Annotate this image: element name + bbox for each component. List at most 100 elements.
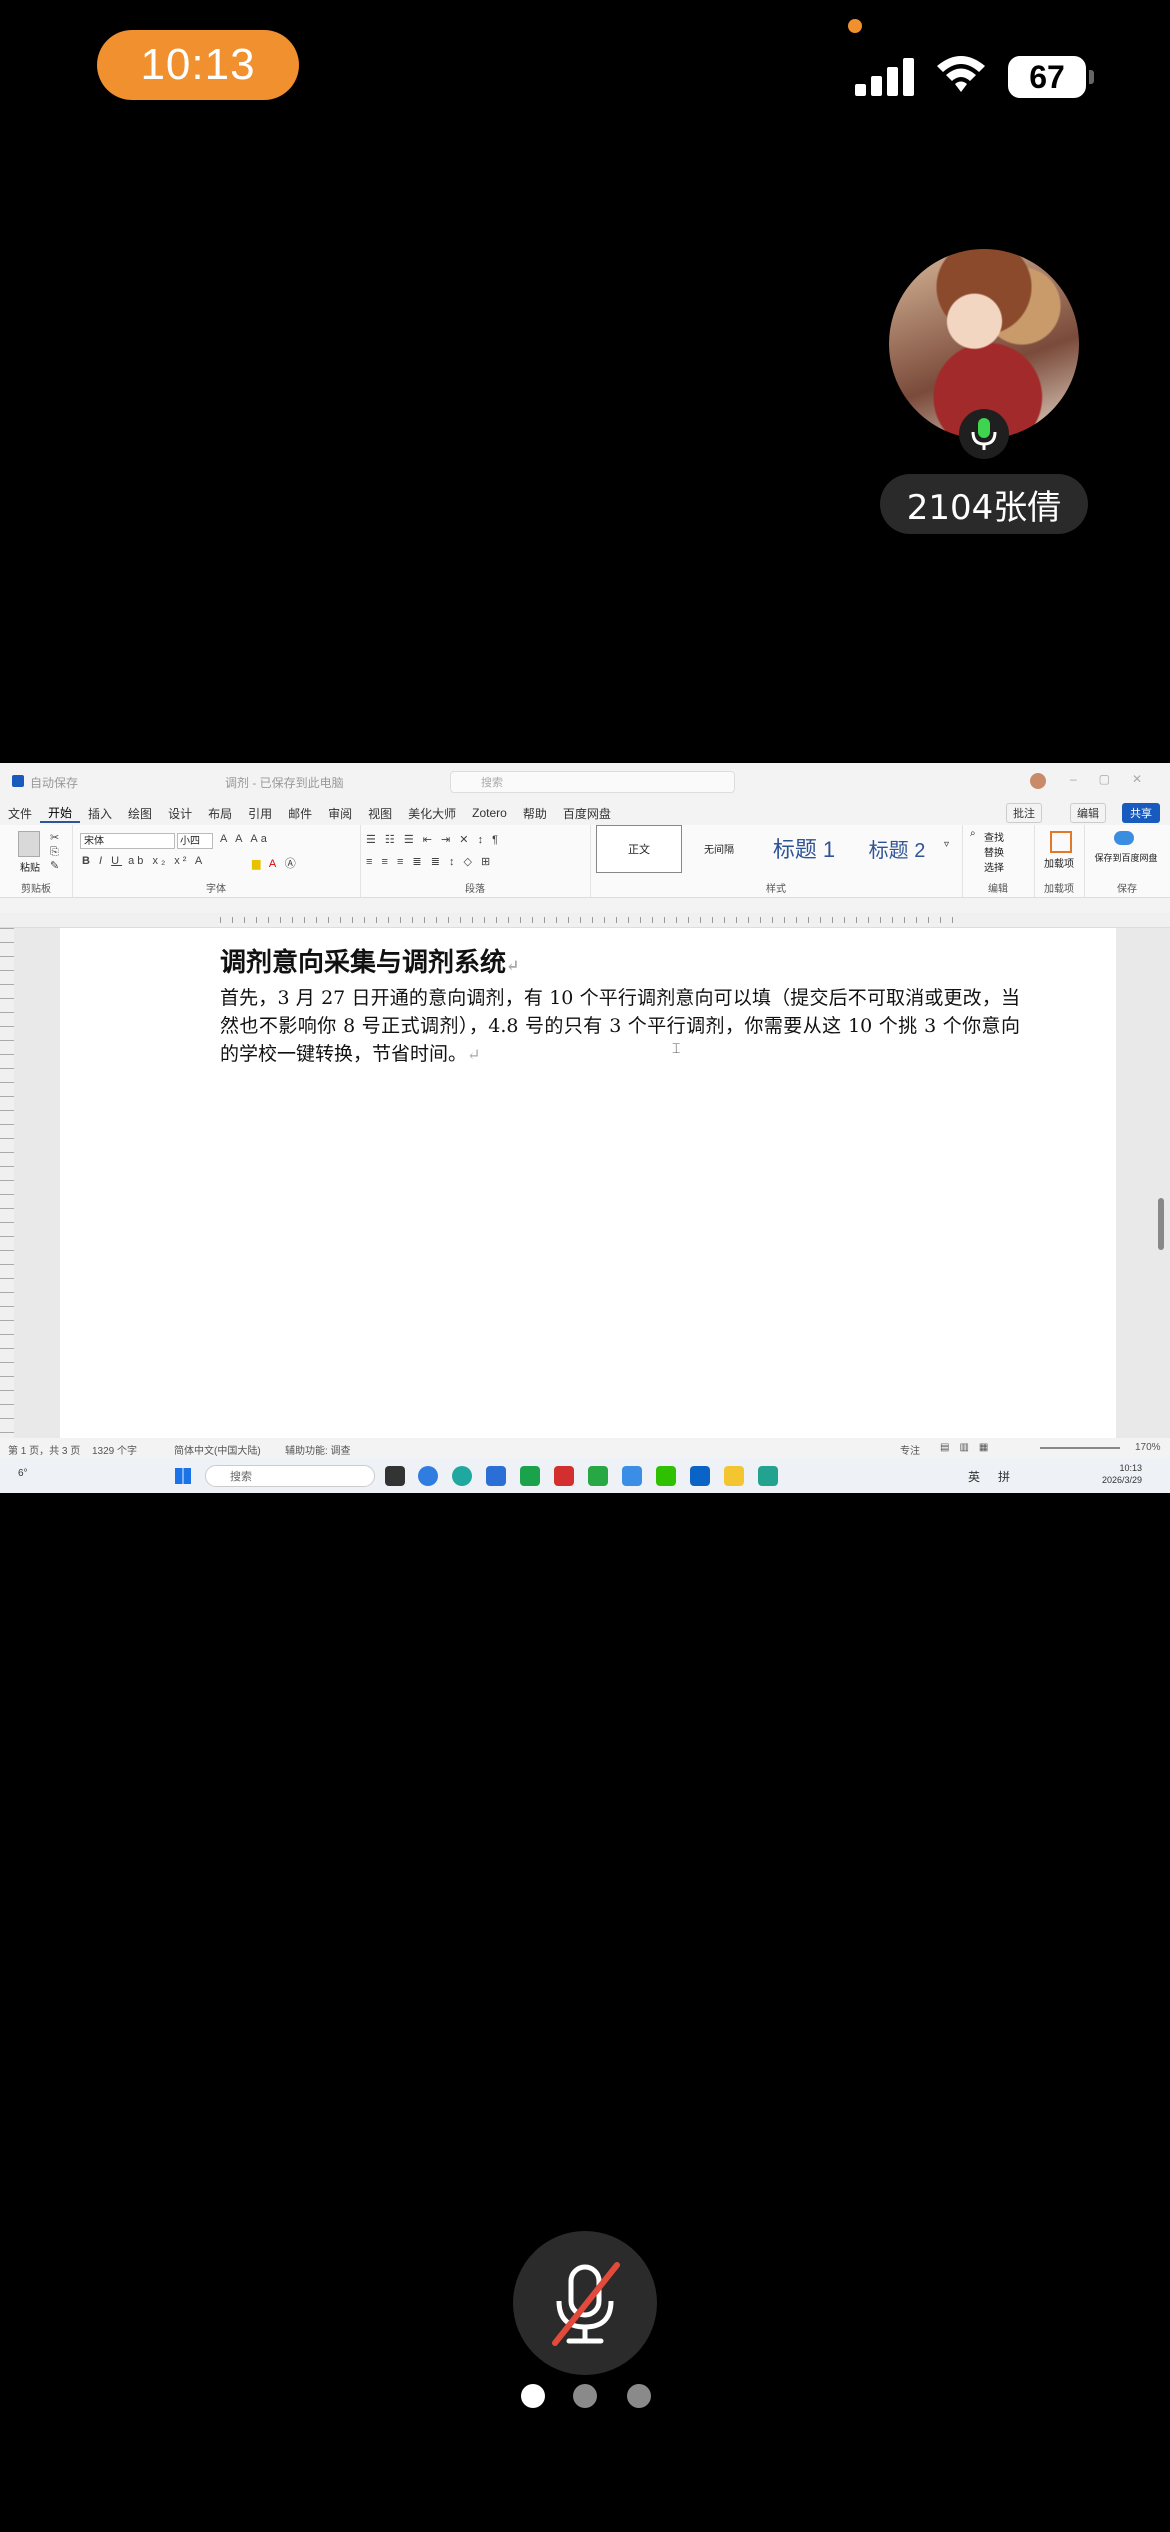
- mute-microphone-button[interactable]: [513, 2231, 657, 2375]
- tab-help[interactable]: 帮助: [515, 805, 555, 822]
- document-area: 调剂意向采集与调剂系统↵ 首先，3 月 27 日开通的意向调剂，有 10 个平行…: [0, 928, 1170, 1438]
- clock-date: 2026/3/29: [1101, 1475, 1142, 1485]
- app-blue-icon[interactable]: [486, 1466, 506, 1486]
- select-button[interactable]: 选择: [984, 859, 1004, 874]
- addins-label[interactable]: 加载项: [1044, 855, 1074, 870]
- window-title: 调剂 - 已保存到此电脑: [225, 776, 344, 790]
- app-teal-icon[interactable]: [758, 1466, 778, 1486]
- tab-beautify[interactable]: 美化大师: [400, 805, 464, 822]
- font-group: 宋体 小四 A A Aa B I U ab x₂ x² A ▆ A Ⓐ 字体: [72, 825, 361, 897]
- paste-button[interactable]: 粘贴: [20, 859, 40, 874]
- replace-button[interactable]: 替换: [984, 844, 1004, 859]
- language-status[interactable]: 简体中文(中国大陆): [174, 1442, 261, 1457]
- style-no-spacing[interactable]: 无间隔: [684, 825, 754, 871]
- comment-button[interactable]: 批注: [1006, 803, 1042, 823]
- mouse-cursor-icon: ⌶: [672, 1040, 681, 1056]
- tab-view[interactable]: 视图: [360, 805, 400, 822]
- edge-icon[interactable]: [452, 1466, 472, 1486]
- page-indicator-dot-3[interactable]: [627, 2384, 651, 2408]
- tab-insert[interactable]: 插入: [80, 805, 120, 822]
- taskbar-search-input[interactable]: 搜索: [205, 1465, 375, 1487]
- tab-draw[interactable]: 绘图: [120, 805, 160, 822]
- tab-layout[interactable]: 布局: [200, 805, 240, 822]
- outlook-icon[interactable]: [690, 1466, 710, 1486]
- font-color-buttons[interactable]: ▆ A Ⓐ: [252, 855, 299, 871]
- ime-mode[interactable]: 拼: [998, 1468, 1010, 1485]
- tab-home[interactable]: 开始: [40, 804, 81, 823]
- photos-icon[interactable]: [622, 1466, 642, 1486]
- tab-references[interactable]: 引用: [240, 805, 280, 822]
- page-count[interactable]: 第 1 页，共 3 页: [8, 1442, 80, 1457]
- paragraph-group: ☰ ☷ ☰ ⇤ ⇥ ✕ ↕ ¶ ≡ ≡ ≡ ≣ ≣ ↕ ◇ ⊞ 段落: [360, 825, 591, 897]
- share-button[interactable]: 共享: [1122, 803, 1160, 823]
- wifi-icon: [937, 56, 985, 92]
- zoom-level[interactable]: 170%: [1135, 1442, 1161, 1453]
- clipboard-group: 粘贴 ✂ ⎘ ✎ 剪贴板: [0, 825, 73, 897]
- tab-mailings[interactable]: 邮件: [280, 805, 320, 822]
- style-heading-1[interactable]: 标题 1: [758, 825, 850, 871]
- view-mode-buttons[interactable]: ▤▥▦: [940, 1442, 998, 1453]
- app-grid-icon[interactable]: [588, 1466, 608, 1486]
- status-time: 10:13: [97, 30, 299, 100]
- user-avatar[interactable]: [1030, 773, 1046, 789]
- save-to-baidu-button[interactable]: 保存到百度网盘: [1088, 851, 1164, 864]
- group-label-font: 字体: [206, 884, 226, 895]
- tab-design[interactable]: 设计: [160, 805, 200, 822]
- wechat-icon[interactable]: [656, 1466, 676, 1486]
- addins-group: 加载项 加载项: [1034, 825, 1085, 897]
- caller-name: 2104张倩: [880, 474, 1088, 534]
- page-indicator-dot-1[interactable]: [521, 2384, 545, 2408]
- autosave-label[interactable]: 自动保存: [30, 774, 78, 791]
- document-paragraph[interactable]: 首先，3 月 27 日开通的意向调剂，有 10 个平行调剂意向可以填（提交后不可…: [220, 984, 1020, 1069]
- microphone-muted-icon: [552, 2262, 620, 2346]
- list-buttons[interactable]: ☰ ☷ ☰ ⇤ ⇥ ✕ ↕ ¶: [366, 833, 501, 846]
- signal-icon: [855, 52, 915, 96]
- ime-language[interactable]: 英: [968, 1468, 980, 1485]
- style-heading-2[interactable]: 标题 2: [852, 825, 942, 871]
- edit-mode-button[interactable]: 编辑: [1070, 803, 1106, 823]
- tab-file[interactable]: 文件: [0, 805, 40, 822]
- horizontal-ruler: [0, 913, 1170, 928]
- font-name-select[interactable]: 宋体: [80, 833, 175, 849]
- align-buttons[interactable]: ≡ ≡ ≡ ≣ ≣ ↕ ◇ ⊞: [366, 855, 493, 868]
- font-format-buttons[interactable]: B I U ab x₂ x² A: [82, 855, 205, 867]
- group-label-editing: 编辑: [988, 884, 1008, 895]
- page-indicator-dot-2[interactable]: [573, 2384, 597, 2408]
- windows-start-icon[interactable]: [175, 1468, 191, 1484]
- paste-icon[interactable]: [18, 831, 40, 857]
- group-label-styles: 样式: [766, 884, 786, 895]
- clipboard-tools[interactable]: ✂ ⎘ ✎: [50, 831, 59, 873]
- style-normal[interactable]: 正文: [596, 825, 682, 873]
- vertical-ruler: [0, 928, 14, 1438]
- ribbon: 粘贴 ✂ ⎘ ✎ 剪贴板 宋体 小四 A A Aa B I U ab x₂ x² A…: [0, 825, 1170, 898]
- search-icon: ⌕: [970, 828, 976, 839]
- task-view-icon[interactable]: [385, 1466, 405, 1486]
- app-green-icon[interactable]: [520, 1466, 540, 1486]
- browser-icon[interactable]: [418, 1466, 438, 1486]
- file-explorer-icon[interactable]: [724, 1466, 744, 1486]
- tab-baidu[interactable]: 百度网盘: [555, 805, 619, 822]
- word-status-bar: 第 1 页，共 3 页 1329 个字 简体中文(中国大陆) 辅助功能: 调查 …: [0, 1438, 1170, 1458]
- vertical-scrollbar[interactable]: [1158, 1198, 1164, 1250]
- accessibility-status[interactable]: 辅助功能: 调查: [285, 1442, 351, 1457]
- font-size-select[interactable]: 小四: [177, 833, 213, 849]
- battery-cap: [1089, 70, 1094, 84]
- addins-icon[interactable]: [1050, 831, 1072, 853]
- font-size-buttons[interactable]: A A Aa: [220, 833, 270, 845]
- word-titlebar: 自动保存 调剂 - 已保存到此电脑 搜索 –▢✕: [0, 763, 1170, 801]
- document-heading[interactable]: 调剂意向采集与调剂系统↵: [220, 942, 519, 979]
- focus-mode-button[interactable]: 专注: [900, 1442, 920, 1457]
- word-search-input[interactable]: 搜索: [450, 771, 735, 793]
- document-page: 调剂意向采集与调剂系统↵ 首先，3 月 27 日开通的意向调剂，有 10 个平行…: [60, 928, 1116, 1438]
- find-button[interactable]: 查找: [984, 829, 1004, 844]
- tab-zotero[interactable]: Zotero: [464, 806, 515, 820]
- taskbar-clock[interactable]: 10:13 2026/3/29: [1102, 1462, 1142, 1486]
- baidu-cloud-icon[interactable]: [1114, 831, 1134, 845]
- tab-review[interactable]: 审阅: [320, 805, 360, 822]
- window-controls[interactable]: –▢✕: [1070, 772, 1164, 786]
- weather-widget[interactable]: 6°: [18, 1468, 28, 1479]
- wps-icon[interactable]: [554, 1466, 574, 1486]
- styles-more-icon[interactable]: ▿: [944, 839, 949, 850]
- word-count[interactable]: 1329 个字: [92, 1442, 137, 1457]
- zoom-slider[interactable]: [1040, 1447, 1120, 1449]
